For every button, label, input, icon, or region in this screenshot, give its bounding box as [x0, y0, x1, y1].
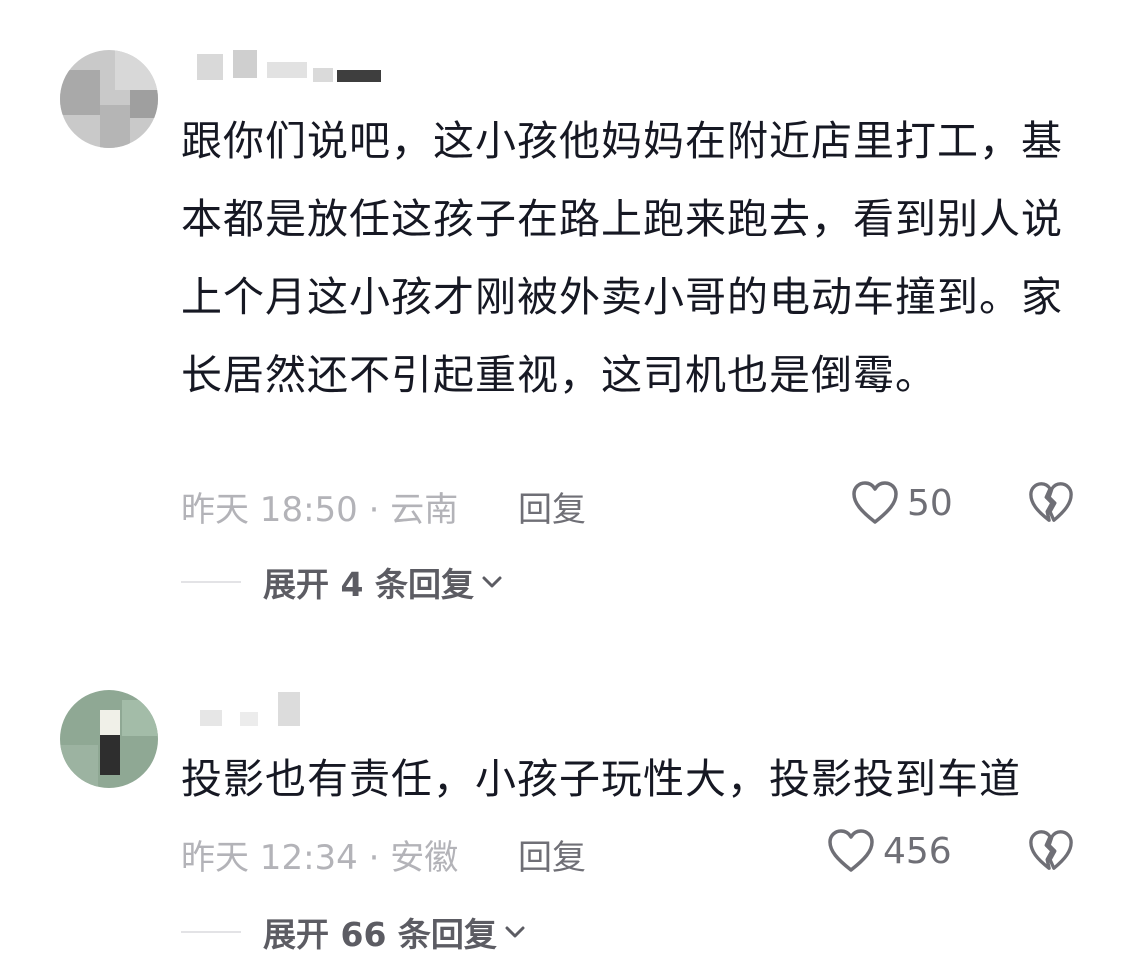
divider-line — [181, 931, 241, 933]
like-count: 456 — [883, 830, 952, 872]
avatar[interactable] — [60, 50, 158, 148]
expand-replies-button[interactable]: 展开 66 条回复 — [263, 908, 527, 956]
expand-replies-label: 展开 66 条回复 — [263, 915, 497, 954]
expand-replies-label: 展开 4 条回复 — [263, 565, 474, 604]
avatar[interactable] — [60, 690, 158, 788]
like-count: 50 — [907, 482, 953, 524]
reply-button[interactable]: 回复 — [518, 830, 586, 879]
like-button[interactable]: 456 — [827, 826, 952, 876]
comment-time-location: 昨天 18:50 · 云南 — [181, 490, 459, 530]
expand-replies-button[interactable]: 展开 4 条回复 — [263, 558, 504, 606]
reply-button[interactable]: 回复 — [518, 482, 586, 531]
chevron-down-icon — [505, 926, 525, 938]
chevron-down-icon — [482, 576, 502, 588]
comment-meta-row: 昨天 18:50 · 云南 回复 50 — [181, 478, 1081, 531]
expand-replies-row: 展开 66 条回复 — [181, 907, 527, 957]
comment-text: 跟你们说吧，这小孩他妈妈在附近店里打工，基本都是放任这孩子在路上跑来跑去，看到别… — [181, 117, 1063, 399]
heart-outline-icon — [852, 481, 898, 524]
like-button[interactable]: 50 — [851, 478, 953, 528]
expand-replies-row: 展开 4 条回复 — [181, 557, 504, 607]
username-blurred[interactable] — [185, 688, 385, 728]
username-blurred[interactable] — [185, 48, 385, 88]
divider-line — [181, 581, 241, 583]
comment-item: 投影也有责任，小孩子玩性大，投影投到车道 昨天 12:34 · 安徽 回复 45… — [0, 640, 1125, 961]
broken-heart-icon[interactable] — [1028, 828, 1074, 874]
comment-time-location: 昨天 12:34 · 安徽 — [181, 838, 459, 878]
broken-heart-icon[interactable] — [1028, 480, 1074, 526]
comment-text: 投影也有责任，小孩子玩性大，投影投到车道 — [181, 755, 1021, 803]
comment-meta-row: 昨天 12:34 · 安徽 回复 456 — [181, 826, 1081, 879]
comment-item: 跟你们说吧，这小孩他妈妈在附近店里打工，基本都是放任这孩子在路上跑来跑去，看到别… — [0, 0, 1125, 640]
heart-outline-icon — [828, 829, 874, 872]
